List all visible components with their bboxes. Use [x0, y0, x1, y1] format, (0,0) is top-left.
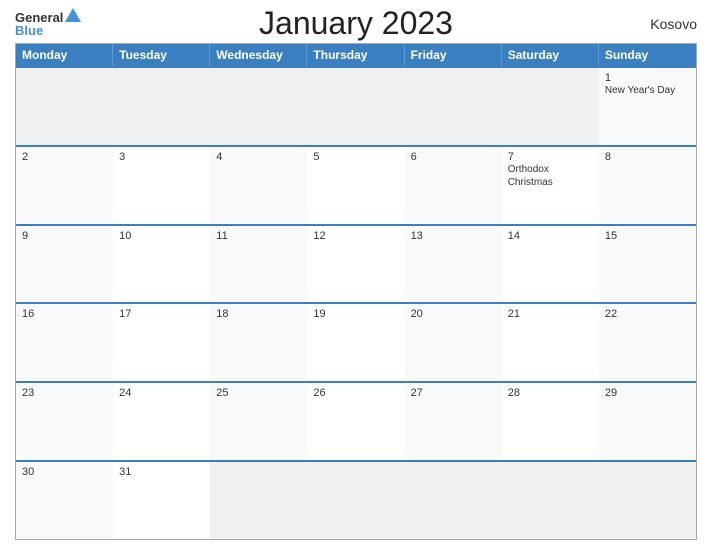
day-number: 17 [119, 308, 204, 320]
cal-cell-jan10: 10 [113, 226, 210, 303]
day-event: Orthodox Christmas [508, 164, 553, 188]
calendar-week-6: 30 31 [16, 460, 696, 539]
cal-cell-empty [599, 462, 696, 539]
cal-cell-jan23: 23 [16, 383, 113, 460]
day-number: 3 [119, 151, 204, 163]
cal-cell-jan31: 31 [113, 462, 210, 539]
cal-cell-jan15: 15 [599, 226, 696, 303]
day-number: 31 [119, 466, 204, 478]
cal-cell-empty [405, 68, 502, 145]
day-number: 29 [605, 387, 690, 399]
calendar-week-5: 23 24 25 26 27 28 29 [16, 381, 696, 460]
day-number: 10 [119, 230, 204, 242]
cal-cell-jan1: 1 New Year's Day [599, 68, 696, 145]
cal-cell-jan2: 2 [16, 147, 113, 224]
cal-cell-empty [307, 68, 404, 145]
calendar-page: General Blue January 2023 Kosovo Monday … [0, 0, 712, 550]
col-header-friday: Friday [405, 44, 502, 66]
country-label: Kosovo [650, 16, 697, 32]
calendar-body: 1 New Year's Day 2 3 4 5 6 [16, 66, 696, 539]
day-event: New Year's Day [605, 85, 675, 96]
logo-triangle-icon [65, 8, 81, 22]
day-number: 7 [508, 151, 593, 163]
day-number: 9 [22, 230, 107, 242]
day-number: 23 [22, 387, 107, 399]
day-number: 26 [313, 387, 398, 399]
calendar-week-2: 2 3 4 5 6 7 Orthodox Christmas [16, 145, 696, 224]
col-header-sunday: Sunday [599, 44, 696, 66]
cal-cell-jan22: 22 [599, 304, 696, 381]
cal-cell-jan24: 24 [113, 383, 210, 460]
cal-cell-jan29: 29 [599, 383, 696, 460]
day-number: 28 [508, 387, 593, 399]
cal-cell-jan30: 30 [16, 462, 113, 539]
day-number: 20 [411, 308, 496, 320]
cal-cell-jan9: 9 [16, 226, 113, 303]
cal-cell-jan3: 3 [113, 147, 210, 224]
day-number: 19 [313, 308, 398, 320]
logo-blue-text: Blue [15, 24, 43, 37]
day-number: 13 [411, 230, 496, 242]
col-header-saturday: Saturday [502, 44, 599, 66]
day-number: 24 [119, 387, 204, 399]
calendar-week-1: 1 New Year's Day [16, 66, 696, 145]
col-header-monday: Monday [16, 44, 113, 66]
day-number: 1 [605, 72, 690, 84]
calendar-week-3: 9 10 11 12 13 14 15 [16, 224, 696, 303]
cal-cell-jan19: 19 [307, 304, 404, 381]
day-number: 18 [216, 308, 301, 320]
day-number: 27 [411, 387, 496, 399]
day-number: 8 [605, 151, 690, 163]
day-number: 30 [22, 466, 107, 478]
page-header: General Blue January 2023 Kosovo [15, 10, 697, 37]
day-number: 2 [22, 151, 107, 163]
cal-cell-jan28: 28 [502, 383, 599, 460]
day-number: 16 [22, 308, 107, 320]
cal-cell-jan18: 18 [210, 304, 307, 381]
day-number: 5 [313, 151, 398, 163]
day-number: 14 [508, 230, 593, 242]
col-header-tuesday: Tuesday [113, 44, 210, 66]
cal-cell-jan14: 14 [502, 226, 599, 303]
day-number: 21 [508, 308, 593, 320]
day-number: 11 [216, 230, 301, 242]
calendar: Monday Tuesday Wednesday Thursday Friday… [15, 43, 697, 540]
month-title: January 2023 [259, 5, 453, 42]
cal-cell-jan5: 5 [307, 147, 404, 224]
day-number: 22 [605, 308, 690, 320]
cal-cell-jan7: 7 Orthodox Christmas [502, 147, 599, 224]
day-number: 12 [313, 230, 398, 242]
cal-cell-empty [210, 68, 307, 145]
day-number: 25 [216, 387, 301, 399]
cal-cell-jan27: 27 [405, 383, 502, 460]
cal-cell-jan4: 4 [210, 147, 307, 224]
cal-cell-jan21: 21 [502, 304, 599, 381]
cal-cell-empty [113, 68, 210, 145]
cal-cell-empty [405, 462, 502, 539]
cal-cell-jan11: 11 [210, 226, 307, 303]
col-header-thursday: Thursday [307, 44, 404, 66]
col-header-wednesday: Wednesday [210, 44, 307, 66]
logo-general-text: General [15, 11, 63, 24]
day-number: 6 [411, 151, 496, 163]
calendar-header-row: Monday Tuesday Wednesday Thursday Friday… [16, 44, 696, 66]
cal-cell-empty [502, 68, 599, 145]
cal-cell-jan16: 16 [16, 304, 113, 381]
cal-cell-empty [16, 68, 113, 145]
cal-cell-jan12: 12 [307, 226, 404, 303]
cal-cell-empty [210, 462, 307, 539]
cal-cell-jan20: 20 [405, 304, 502, 381]
logo: General Blue [15, 10, 83, 37]
cal-cell-empty [502, 462, 599, 539]
cal-cell-jan17: 17 [113, 304, 210, 381]
cal-cell-empty [307, 462, 404, 539]
calendar-week-4: 16 17 18 19 20 21 22 [16, 302, 696, 381]
day-number: 15 [605, 230, 690, 242]
cal-cell-jan25: 25 [210, 383, 307, 460]
cal-cell-jan13: 13 [405, 226, 502, 303]
cal-cell-jan8: 8 [599, 147, 696, 224]
cal-cell-jan26: 26 [307, 383, 404, 460]
cal-cell-jan6: 6 [405, 147, 502, 224]
day-number: 4 [216, 151, 301, 163]
